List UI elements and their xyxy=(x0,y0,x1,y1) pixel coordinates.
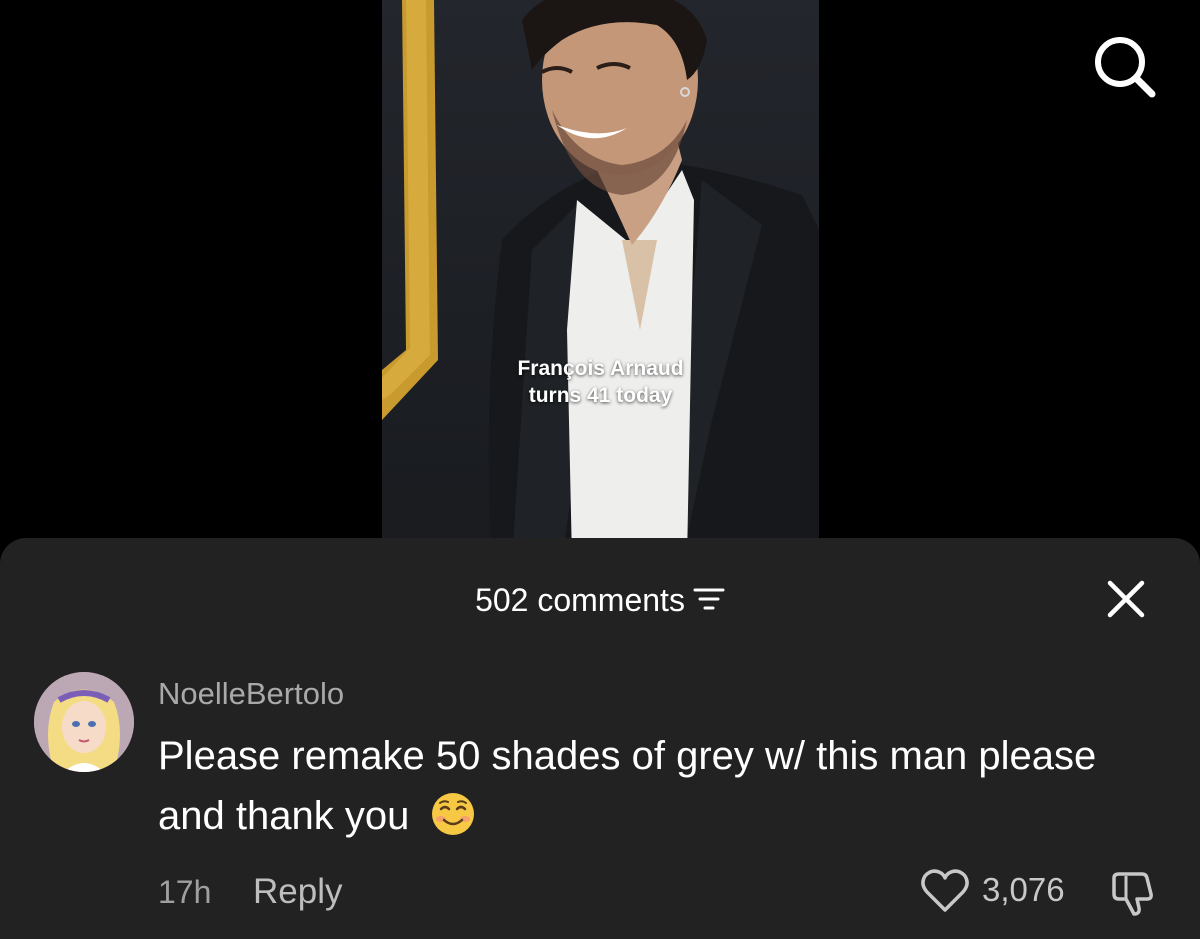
comment-body: Please remake 50 shades of grey w/ this … xyxy=(158,734,1097,838)
caption-line-2: turns 41 today xyxy=(528,384,673,407)
like-button[interactable] xyxy=(920,866,970,916)
comment-count-row: 502 comments xyxy=(0,572,1200,625)
reply-button[interactable]: Reply xyxy=(253,870,342,914)
close-button[interactable] xyxy=(1104,577,1148,621)
comment-text: Please remake 50 shades of grey w/ this … xyxy=(158,726,1098,854)
sort-icon[interactable] xyxy=(693,575,725,625)
thumbs-down-icon xyxy=(1112,872,1153,916)
comment-timestamp: 17h xyxy=(158,874,212,910)
avatar[interactable] xyxy=(34,672,134,772)
caption-line-1: François Arnaud xyxy=(517,357,684,380)
close-icon xyxy=(1107,580,1145,618)
smiling-face-emoji xyxy=(430,791,476,854)
video-frame[interactable]: François Arnaud turns 41 today xyxy=(382,0,819,560)
dislike-button[interactable] xyxy=(1106,866,1160,920)
comment-username[interactable]: NoelleBertolo xyxy=(158,674,344,714)
heart-icon xyxy=(921,869,969,912)
video-player[interactable]: François Arnaud turns 41 today xyxy=(0,0,1200,560)
like-count: 3,076 xyxy=(982,871,1065,908)
search-button[interactable] xyxy=(1088,30,1158,100)
video-thumbnail xyxy=(382,0,819,560)
search-icon xyxy=(1095,37,1156,98)
video-caption: François Arnaud turns 41 today xyxy=(382,355,819,409)
comment-count: 502 comments xyxy=(475,581,685,618)
comments-header: 502 comments xyxy=(0,572,1200,622)
